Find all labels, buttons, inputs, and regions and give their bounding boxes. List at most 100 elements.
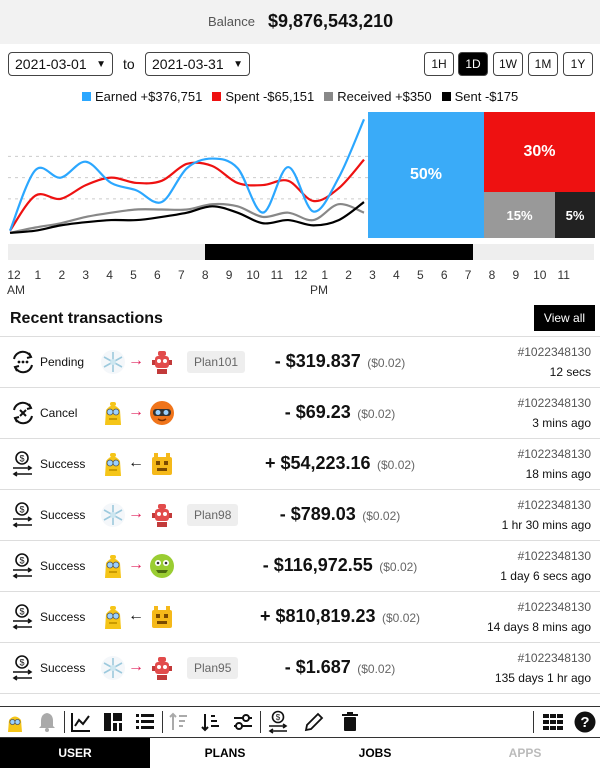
- transaction-id[interactable]: #1022348130: [518, 651, 591, 665]
- legend-sent[interactable]: Sent -$175: [441, 89, 518, 104]
- treemap-cell-sent[interactable]: 5%: [555, 192, 595, 238]
- series-line-earned[interactable]: [8, 118, 366, 232]
- success-icon: $: [10, 655, 36, 681]
- plan-badge[interactable]: Plan98: [187, 504, 239, 526]
- range-1w-button[interactable]: 1W: [493, 52, 523, 76]
- time-axis-tick: 3: [82, 268, 90, 282]
- time-axis-tick: 2: [58, 268, 66, 282]
- line-chart-icon[interactable]: [69, 710, 93, 734]
- series-line-sent[interactable]: [9, 201, 365, 234]
- time-axis-tick: 6: [440, 268, 448, 282]
- treemap-chart[interactable]: 50% 30% 15% 5%: [368, 112, 595, 238]
- tab-apps[interactable]: APPS: [450, 738, 600, 768]
- transaction-fee: ($0.02): [357, 662, 396, 676]
- list-icon[interactable]: [133, 710, 157, 734]
- tab-jobs[interactable]: JOBS: [300, 738, 450, 768]
- snowflake-avatar-icon[interactable]: [100, 349, 126, 375]
- transaction-id[interactable]: #1022348130: [518, 396, 591, 410]
- tab-plans[interactable]: PLANS: [150, 738, 300, 768]
- legend-earned[interactable]: Earned +$376,751: [82, 89, 202, 104]
- range-1h-button[interactable]: 1H: [424, 52, 454, 76]
- time-axis-tick: 7: [177, 268, 185, 282]
- date-to-select[interactable]: 2021-03-31 ▼: [145, 52, 250, 76]
- yellow-bot-avatar-icon[interactable]: [100, 451, 126, 477]
- snowflake-avatar-icon[interactable]: [100, 655, 126, 681]
- legend-swatch-sent: [441, 92, 451, 101]
- toolbar-separator: [64, 711, 65, 733]
- tab-user[interactable]: USER: [0, 738, 150, 768]
- transaction-fee: ($0.02): [379, 560, 418, 574]
- transaction-row[interactable]: $ Success → - $116,972.55 ($0.02) #102234813…: [0, 541, 600, 592]
- red-robot-avatar-icon[interactable]: [149, 349, 175, 375]
- bell-icon[interactable]: [35, 710, 59, 734]
- red-robot-avatar-icon[interactable]: [149, 502, 175, 528]
- yellow-box-bot-avatar-icon[interactable]: [149, 604, 175, 630]
- range-1d-button[interactable]: 1D: [458, 52, 488, 76]
- legend-earned-label: Earned +$376,751: [95, 89, 203, 104]
- transaction-status: Success: [40, 610, 86, 624]
- avatar-icon[interactable]: [3, 710, 27, 734]
- date-from-select[interactable]: 2021-03-01 ▼: [8, 52, 113, 76]
- transaction-row[interactable]: $ Success → Plan95- $1.687 ($0.02) #10223481…: [0, 643, 600, 694]
- transaction-fee: ($0.02): [367, 356, 406, 370]
- transaction-id[interactable]: #1022348130: [518, 498, 591, 512]
- time-axis-tick: 8: [488, 268, 496, 282]
- chevron-down-icon: ▼: [96, 58, 106, 70]
- pencil-icon[interactable]: [302, 710, 326, 734]
- yellow-bot-avatar-icon[interactable]: [100, 553, 126, 579]
- yellow-bot-avatar-icon[interactable]: [100, 400, 126, 426]
- treemap-cell-earned[interactable]: 50%: [368, 112, 484, 238]
- snowflake-avatar-icon[interactable]: [100, 502, 126, 528]
- orange-goggles-avatar-icon[interactable]: [149, 400, 175, 426]
- transaction-amount: - $116,972.55: [262, 555, 373, 575]
- legend-spent[interactable]: Spent -$65,151: [212, 89, 314, 104]
- transaction-status: Cancel: [40, 406, 78, 420]
- legend-received[interactable]: Received +$350: [324, 89, 432, 104]
- legend-spent-label: Spent -$65,151: [225, 89, 315, 104]
- transaction-row[interactable]: $ Success ← + $810,819.23 ($0.02) #102234813…: [0, 592, 600, 643]
- transaction-list: Pending → Plan101- $319.837 ($0.02) #102234…: [0, 336, 600, 706]
- time-axis-tick: 3: [369, 268, 376, 282]
- transaction-row[interactable]: Cancel → - $69.23 ($0.02) #1022348130 3 mins…: [0, 388, 600, 439]
- success-icon: $: [10, 502, 36, 528]
- transaction-row[interactable]: Pending → Plan101- $319.837 ($0.02) #102234…: [0, 337, 600, 388]
- legend-swatch-received: [324, 92, 334, 101]
- transaction-fee: ($0.02): [382, 611, 421, 625]
- filter-sliders-icon[interactable]: [231, 710, 255, 734]
- coin-transfer-icon[interactable]: $: [266, 710, 290, 734]
- transaction-status: Success: [40, 559, 86, 573]
- range-1y-button[interactable]: 1Y: [563, 52, 593, 76]
- range-1m-button[interactable]: 1M: [528, 52, 558, 76]
- transaction-row[interactable]: $ Success ← + $54,223.16 ($0.02) #1022348130…: [0, 439, 600, 490]
- transaction-amount: + $810,819.23: [259, 606, 376, 626]
- sort-asc-icon[interactable]: [167, 710, 191, 734]
- transaction-id[interactable]: #1022348130: [518, 549, 591, 563]
- time-axis-tick: 6: [154, 268, 161, 282]
- yellow-box-bot-avatar-icon[interactable]: [149, 451, 175, 477]
- transaction-fee: ($0.02): [377, 458, 416, 472]
- red-robot-avatar-icon[interactable]: [149, 655, 175, 681]
- date-to-label: to: [123, 56, 135, 72]
- help-icon[interactable]: ?: [573, 710, 597, 734]
- time-range-window[interactable]: [205, 244, 473, 260]
- time-axis-tick: 2: [345, 268, 352, 282]
- green-monster-avatar-icon[interactable]: [149, 553, 175, 579]
- transaction-id[interactable]: #1022348130: [518, 345, 591, 359]
- view-all-button[interactable]: View all: [534, 305, 595, 331]
- treemap-cell-received[interactable]: 15%: [484, 192, 555, 238]
- sort-desc-icon[interactable]: [199, 710, 223, 734]
- line-chart[interactable]: [8, 110, 368, 240]
- plan-badge[interactable]: Plan95: [187, 657, 239, 679]
- yellow-bot-avatar-icon[interactable]: [100, 604, 126, 630]
- treemap-icon[interactable]: [101, 710, 125, 734]
- svg-text:$: $: [19, 505, 24, 515]
- trash-icon[interactable]: [338, 710, 362, 734]
- transaction-id[interactable]: #1022348130: [518, 600, 591, 614]
- transaction-row[interactable]: $ Success → Plan98- $789.03 ($0.02) #1022348…: [0, 490, 600, 541]
- treemap-cell-spent[interactable]: 30%: [484, 112, 595, 192]
- transaction-id[interactable]: #1022348130: [518, 447, 591, 461]
- transaction-fee: ($0.02): [362, 509, 401, 523]
- grid-icon[interactable]: [541, 710, 565, 734]
- transaction-amount-group: + $810,819.23 ($0.02): [235, 606, 445, 627]
- transaction-time: 3 mins ago: [532, 416, 591, 430]
